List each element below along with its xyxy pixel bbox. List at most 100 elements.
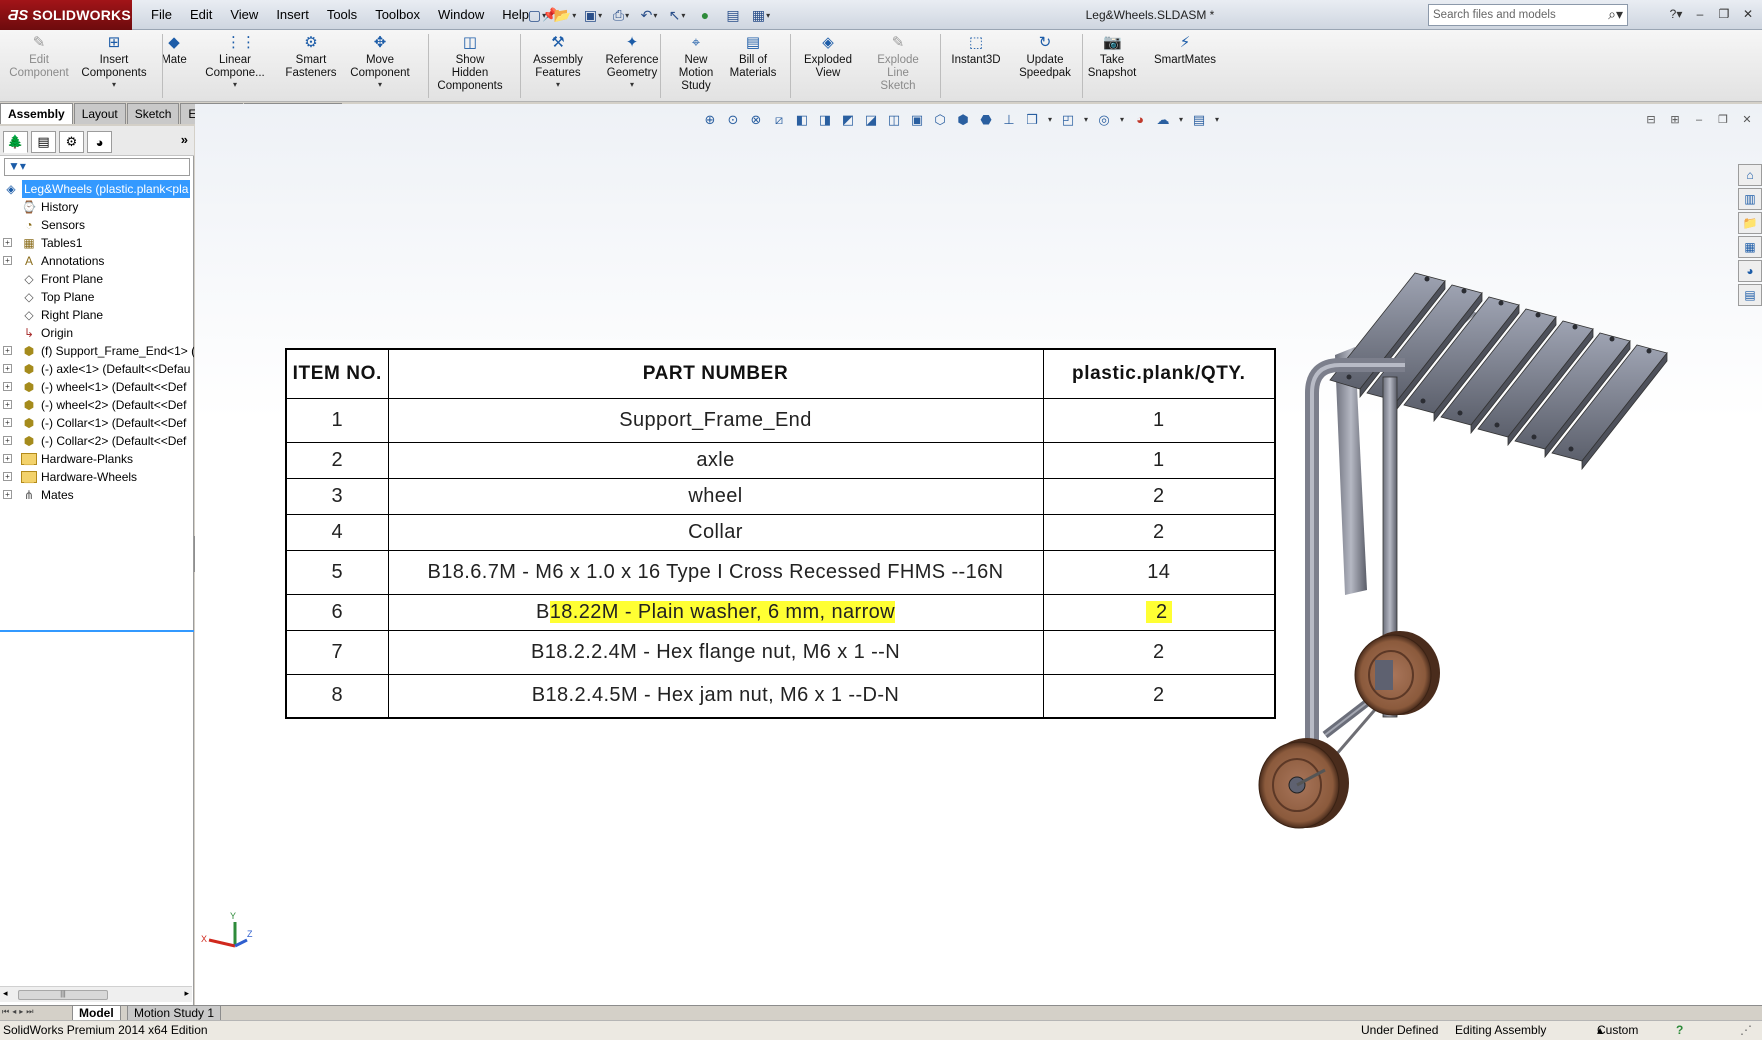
configuration-manager-tab-icon[interactable]: ⚙ [59,131,84,153]
rollback-bar[interactable] [0,630,194,632]
view-settings-icon[interactable]: ▤ [1189,110,1209,130]
chevron-down-icon[interactable]: ▾ [1045,110,1055,130]
bom-row[interactable]: 2 axle 1 [285,441,1276,479]
menu-tools[interactable]: Tools [318,0,366,30]
bom-part-number[interactable]: axle [387,441,1044,479]
file-properties-icon[interactable]: ▤ [720,4,746,26]
tree-node-wheel-2-default-def[interactable]: + ⬢ (-) wheel<2> (Default<<Def [0,396,194,414]
expand-icon[interactable]: + [3,256,12,265]
bom-qty[interactable]: 14 [1042,549,1276,595]
expand-icon[interactable]: + [3,346,12,355]
tree-node-top-plane[interactable]: ◇ Top Plane [0,288,194,306]
custom-properties-icon[interactable]: ▤ [1738,284,1762,306]
tree-node-right-plane[interactable]: ◇ Right Plane [0,306,194,324]
tree-node-hardware-planks[interactable]: + ▭ Hardware-Planks [0,450,194,468]
bom-item-no[interactable]: 8 [285,673,389,719]
tab-model[interactable]: Model [72,1006,121,1021]
tab-motion-study-1[interactable]: Motion Study 1 [127,1006,222,1021]
bom-row[interactable]: 4 Collar 2 [285,513,1276,551]
menu-insert[interactable]: Insert [267,0,318,30]
bom-qty[interactable]: 2 [1042,629,1276,675]
search-input[interactable]: Search files and models ⌕▾ [1428,4,1628,26]
bom-item-no[interactable]: 4 [285,513,389,551]
smartmates-button[interactable]: ⚡ SmartMates [1146,34,1224,100]
bom-part-number[interactable]: B18.2.4.5M - Hex jam nut, M6 x 1 --D-N [387,673,1044,719]
view-orientation-top-icon[interactable]: ◫ [884,110,904,130]
chevron-down-icon[interactable]: ▾ [596,80,668,89]
bom-qty[interactable]: 1 [1042,441,1276,479]
bom-header-part-number[interactable]: PART NUMBER [387,348,1044,399]
expand-icon[interactable]: + [3,490,12,499]
viewport-minimize-icon[interactable]: – [1690,112,1708,128]
tree-filter-input[interactable]: ▼▾ [4,158,190,176]
expand-icon[interactable]: + [3,364,12,373]
bom-row[interactable]: 8 B18.2.4.5M - Hex jam nut, M6 x 1 --D-N 2 [285,673,1276,719]
display-style-icon[interactable]: ◰ [1058,110,1078,130]
view-orientation-back-icon[interactable]: ◨ [815,110,835,130]
view-orientation-iso-icon[interactable]: ⬡ [930,110,950,130]
bom-qty[interactable]: 2 [1042,513,1276,551]
display-manager-tab-icon[interactable]: ◕ [87,131,112,153]
update-speedpak-button[interactable]: ↻ Update Speedpak [1012,34,1078,100]
bom-qty[interactable]: 1 [1042,397,1276,443]
view-orientation-dimetric-icon[interactable]: ⬣ [976,110,996,130]
tab-assembly[interactable]: Assembly [0,103,73,124]
tree-node-wheel-1-default-def[interactable]: + ⬢ (-) wheel<1> (Default<<Def [0,378,194,396]
expand-icon[interactable]: + [3,418,12,427]
scroll-thumb[interactable]: ||| [18,990,108,1000]
bom-item-no[interactable]: 6 [285,593,389,631]
bom-item-no[interactable]: 1 [285,397,389,443]
bom-header-item-no[interactable]: ITEM NO. [285,348,389,399]
bom-qty[interactable]: 2 [1042,673,1276,719]
bom-part-number[interactable]: B18.22M - Plain washer, 6 mm, narrow [387,593,1044,631]
scroll-left-icon[interactable]: ◂ [3,988,8,999]
bom-part-number[interactable]: B18.6.7M - M6 x 1.0 x 16 Type I Cross Re… [387,549,1044,595]
tree-node-collar-1-default-def[interactable]: + ⬢ (-) Collar<1> (Default<<Def [0,414,194,432]
bom-qty[interactable]: 2 [1042,593,1276,631]
bill-of-materials-button[interactable]: ▤ Bill of Materials [720,34,786,100]
tab-nav-arrows-icon[interactable]: ⏮◂▸⏭ [2,1007,36,1017]
expand-icon[interactable]: + [3,382,12,391]
close-icon[interactable]: ✕ [1738,4,1758,24]
undo-icon[interactable]: ↶ ▾ [636,4,662,26]
menu-toolbox[interactable]: Toolbox [366,0,429,30]
options-icon[interactable]: ▦ ▾ [748,4,774,26]
chevron-down-icon[interactable]: ▾ [1081,110,1091,130]
tree-node-sensors[interactable]: ◔ Sensors [0,216,194,234]
chevron-down-icon[interactable]: ▾ [1212,110,1222,130]
smart-fasteners-button[interactable]: ⚙ Smart Fasteners [272,34,350,100]
instant3d-button[interactable]: ⬚ Instant3D [944,34,1008,100]
tab-sketch[interactable]: Sketch [126,103,180,124]
scroll-right-icon[interactable]: ▸ [184,988,189,999]
viewport-restore-icon[interactable]: ❐ [1714,112,1732,128]
select-arrow-icon[interactable]: ↖ ▾ [664,4,690,26]
bom-row[interactable]: 5 B18.6.7M - M6 x 1.0 x 16 Type I Cross R… [285,549,1276,595]
expand-icon[interactable]: + [3,238,12,247]
quick-tips-icon[interactable]: ? [1676,1021,1683,1040]
exploded-view-button[interactable]: ◈ Exploded View [794,34,862,100]
rebuild-icon[interactable]: ● [692,4,718,26]
help-icon[interactable]: ?▾ [1666,4,1686,24]
chevron-down-icon[interactable]: ▾ [1176,110,1186,130]
edit-component-button[interactable]: ✎ Edit Component [4,34,74,100]
insert-components-button[interactable]: ⊞ Insert Components ▾ [76,34,152,100]
bom-item-no[interactable]: 3 [285,477,389,515]
tab-layout[interactable]: Layout [73,103,126,124]
bom-part-number[interactable]: wheel [387,477,1044,515]
bom-row[interactable]: 7 B18.2.2.4M - Hex flange nut, M6 x 1 --N… [285,629,1276,675]
tree-node-f-support-frame-end-1[interactable]: + ⬢ (f) Support_Frame_End<1> ( [0,342,194,360]
menu-edit[interactable]: Edit [181,0,221,30]
resize-grip-icon[interactable]: ⋰ [1740,1021,1752,1040]
section-view-icon[interactable]: ⧄ [769,110,789,130]
assembly-model-render[interactable] [1255,265,1695,945]
solidworks-resources-icon[interactable]: ⌂ [1738,164,1762,186]
tree-node-tables1[interactable]: + ▦ Tables1 [0,234,194,252]
print-icon[interactable]: ⎙ ▾ [608,4,634,26]
move-component-button[interactable]: ✥ Move Component ▾ [342,34,418,100]
tree-node-collar-2-default-def[interactable]: + ⬢ (-) Collar<2> (Default<<Def [0,432,194,450]
zoom-to-area-icon[interactable]: ⊙ [723,110,743,130]
bom-item-no[interactable]: 7 [285,629,389,675]
chevron-down-icon[interactable]: ▾ [196,80,274,89]
chevron-down-icon[interactable]: ▾ [342,80,418,89]
zoom-previous-icon[interactable]: ⊗ [746,110,766,130]
